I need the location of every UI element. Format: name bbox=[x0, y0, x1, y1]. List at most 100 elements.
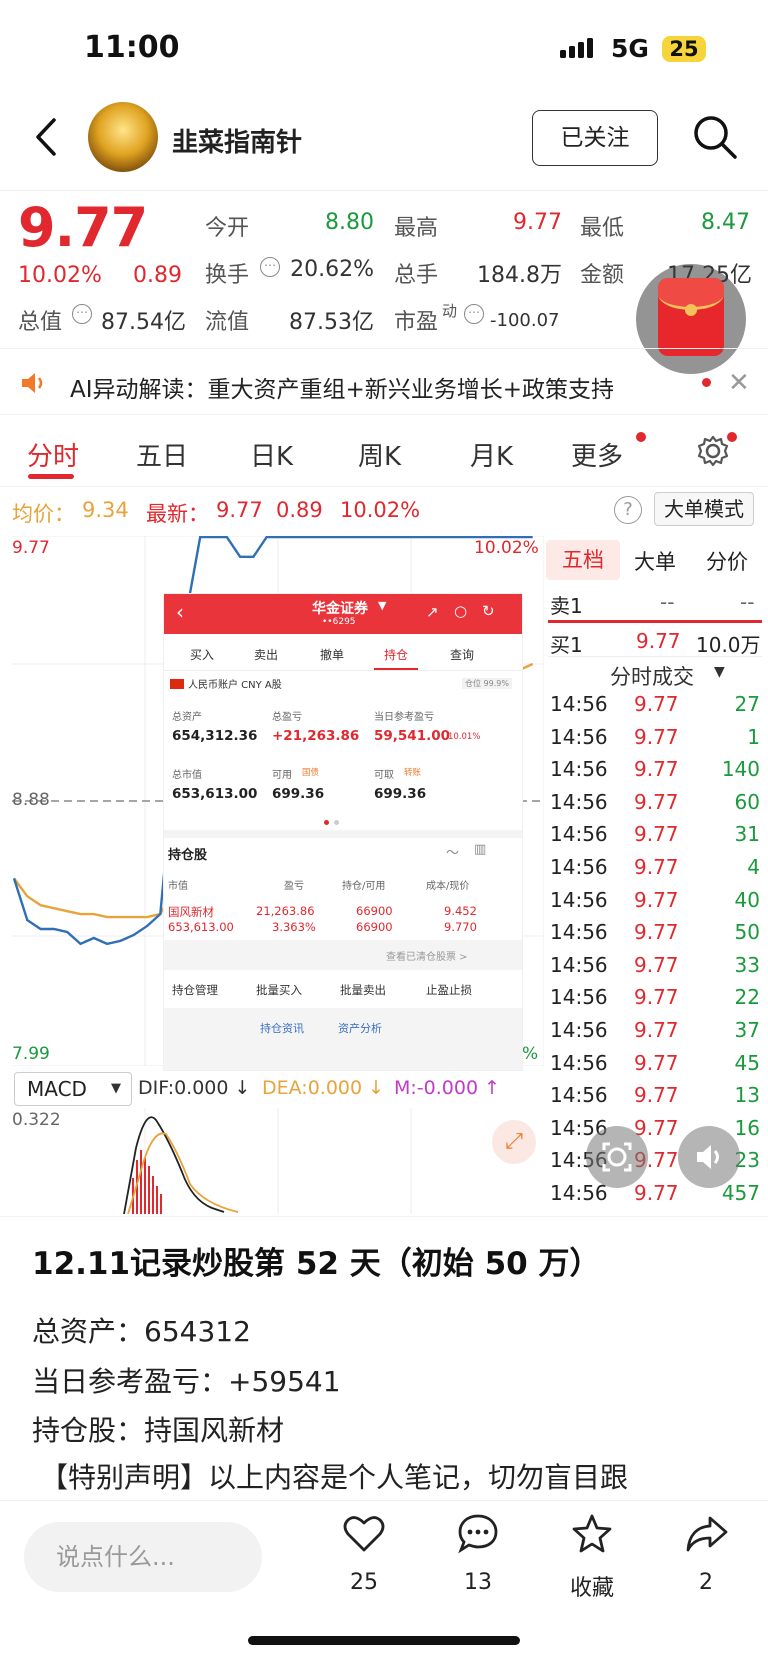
share-icon[interactable] bbox=[684, 1512, 730, 1556]
change-pct: 10.02% bbox=[18, 263, 102, 288]
trade-row: 14:56 9.77 50 bbox=[550, 920, 760, 950]
account-number: ••6295 bbox=[322, 617, 356, 627]
back-icon[interactable] bbox=[28, 112, 68, 162]
home-indicator bbox=[248, 1636, 520, 1645]
tab-more[interactable]: 更多 bbox=[571, 436, 623, 473]
tab-5day[interactable]: 五日 bbox=[136, 436, 188, 473]
tab-big-orders[interactable]: 大单 bbox=[634, 546, 676, 576]
ai-insight-text[interactable]: AI异动解读：重大资产重组+新兴业务增长+政策支持 bbox=[70, 370, 614, 404]
info-icon[interactable]: ⋯ bbox=[72, 304, 92, 324]
trade-time: 14:56 bbox=[550, 887, 608, 912]
total-assets-label: 总资产 bbox=[172, 712, 202, 723]
chart-mid-label: 8.88 bbox=[12, 790, 50, 810]
available-tag: 国债 bbox=[302, 768, 320, 778]
back-icon: ‹ bbox=[176, 600, 184, 624]
tab-intraday[interactable]: 分时 bbox=[27, 436, 79, 473]
trade-price: 9.77 bbox=[634, 887, 679, 912]
trade-row: 14:56 9.77 45 bbox=[550, 1051, 760, 1081]
holdings-title: 持仓股 bbox=[168, 848, 208, 863]
latest-label: 最新： bbox=[146, 502, 209, 526]
bottom-tab: 资产分析 bbox=[338, 1022, 382, 1035]
low-value: 8.47 bbox=[701, 210, 750, 235]
tab-daily-k[interactable]: 日K bbox=[250, 436, 293, 473]
col-header: 盈亏 bbox=[284, 881, 304, 892]
favorite-label: 收藏 bbox=[569, 1576, 614, 1601]
avatar[interactable] bbox=[88, 102, 158, 172]
refresh-icon: ↻ bbox=[482, 602, 495, 620]
trade-time: 14:56 bbox=[550, 724, 608, 749]
red-envelope-button[interactable] bbox=[636, 264, 746, 374]
close-icon[interactable]: ✕ bbox=[728, 368, 750, 398]
trade-price: 9.77 bbox=[634, 724, 679, 749]
day-pnl: 59,541.00 bbox=[374, 728, 451, 744]
author-name[interactable]: 韭菜指南针 bbox=[172, 122, 302, 159]
trade-price: 9.77 bbox=[634, 757, 679, 782]
buy1-price: 9.77 bbox=[636, 629, 681, 653]
macd-chart bbox=[123, 1108, 412, 1214]
star-icon[interactable] bbox=[570, 1512, 614, 1556]
indicator-select[interactable]: MACD ▼ bbox=[14, 1072, 132, 1106]
chart-top-pct: 10.02% bbox=[474, 538, 539, 558]
pe-value: -100.07 bbox=[490, 310, 560, 331]
withdrawable-tag: 转账 bbox=[404, 768, 422, 778]
trade-time: 14:56 bbox=[550, 822, 608, 847]
follow-button[interactable]: 已关注 bbox=[532, 110, 658, 166]
trade-row: 14:56 9.77 22 bbox=[550, 985, 760, 1015]
tab-weekly-k[interactable]: 周K bbox=[358, 436, 401, 473]
mktcap-label: 总值 bbox=[18, 310, 63, 335]
info-icon[interactable]: ⋯ bbox=[464, 304, 484, 324]
amount-label: 金额 bbox=[580, 263, 625, 288]
big-order-mode-button[interactable]: 大单模式 bbox=[654, 492, 754, 526]
low-label: 最低 bbox=[580, 216, 625, 241]
trade-time: 14:56 bbox=[550, 855, 608, 879]
sound-button[interactable] bbox=[678, 1126, 740, 1188]
comment-icon[interactable] bbox=[456, 1512, 500, 1556]
broker-tabs: 买入 卖出 撤单 持仓 查询 bbox=[164, 636, 522, 670]
trade-volume: 50 bbox=[734, 920, 760, 945]
float-label: 流值 bbox=[205, 310, 250, 335]
post-title: 12.11记录炒股第 52 天（初始 50 万） bbox=[32, 1246, 601, 1282]
trade-volume: 13 bbox=[734, 1083, 760, 1108]
volume-value: 184.8万 bbox=[477, 263, 562, 288]
search-icon[interactable] bbox=[690, 112, 740, 162]
broker-tab-query: 查询 bbox=[450, 648, 475, 662]
trade-price: 9.77 bbox=[634, 789, 679, 814]
help-icon[interactable]: ? bbox=[614, 496, 642, 524]
chevron-down-icon[interactable]: ▼ bbox=[714, 664, 725, 680]
action: 止盈止损 bbox=[426, 983, 472, 997]
chevron-down-icon: ▼ bbox=[378, 599, 387, 612]
expand-icon[interactable]: ⤢ bbox=[492, 1120, 536, 1164]
trade-time: 14:56 bbox=[550, 1083, 608, 1108]
cn-flag-icon bbox=[170, 679, 184, 689]
comment-input[interactable]: 说点什么... bbox=[24, 1522, 262, 1592]
high-value: 9.77 bbox=[513, 210, 562, 235]
trade-price: 9.77 bbox=[634, 1083, 679, 1108]
trades-title[interactable]: 分时成交 bbox=[610, 661, 694, 691]
like-icon[interactable] bbox=[342, 1512, 386, 1556]
turnover-value: 20.62% bbox=[290, 257, 374, 282]
pe-label: 市盈 bbox=[394, 310, 439, 335]
tab-five-levels[interactable]: 五档 bbox=[546, 540, 620, 580]
cleared-link: 查看已清仓股票 > bbox=[386, 952, 468, 963]
info-icon[interactable]: ⋯ bbox=[260, 257, 280, 277]
tab-monthly-k[interactable]: 月K bbox=[470, 436, 513, 473]
trade-price: 9.77 bbox=[634, 692, 679, 716]
avg-value: 9.34 bbox=[82, 498, 129, 522]
screen-capture-button[interactable] bbox=[586, 1126, 648, 1188]
trade-time: 14:56 bbox=[550, 952, 608, 977]
red-envelope-icon bbox=[658, 278, 724, 356]
notification-dot bbox=[702, 378, 711, 387]
broker-tab-cancel: 撤单 bbox=[320, 648, 345, 662]
trade-row: 14:56 9.77 4 bbox=[550, 855, 760, 885]
tab-price-dist[interactable]: 分价 bbox=[706, 546, 748, 576]
trade-price: 9.77 bbox=[634, 985, 679, 1010]
trade-volume: 40 bbox=[734, 887, 760, 912]
market-value: 653,613.00 bbox=[172, 786, 258, 802]
macd-dea: DEA:0.000 ↓ bbox=[262, 1077, 385, 1099]
gear-icon[interactable] bbox=[696, 434, 730, 468]
trade-time: 14:56 bbox=[550, 1018, 608, 1042]
position-ratio: 仓位 99.9% bbox=[462, 678, 512, 689]
macd-m: M:-0.000 ↑ bbox=[394, 1077, 501, 1099]
chevron-down-icon: ▼ bbox=[111, 1081, 121, 1096]
share-icon: ↗ bbox=[426, 603, 439, 621]
